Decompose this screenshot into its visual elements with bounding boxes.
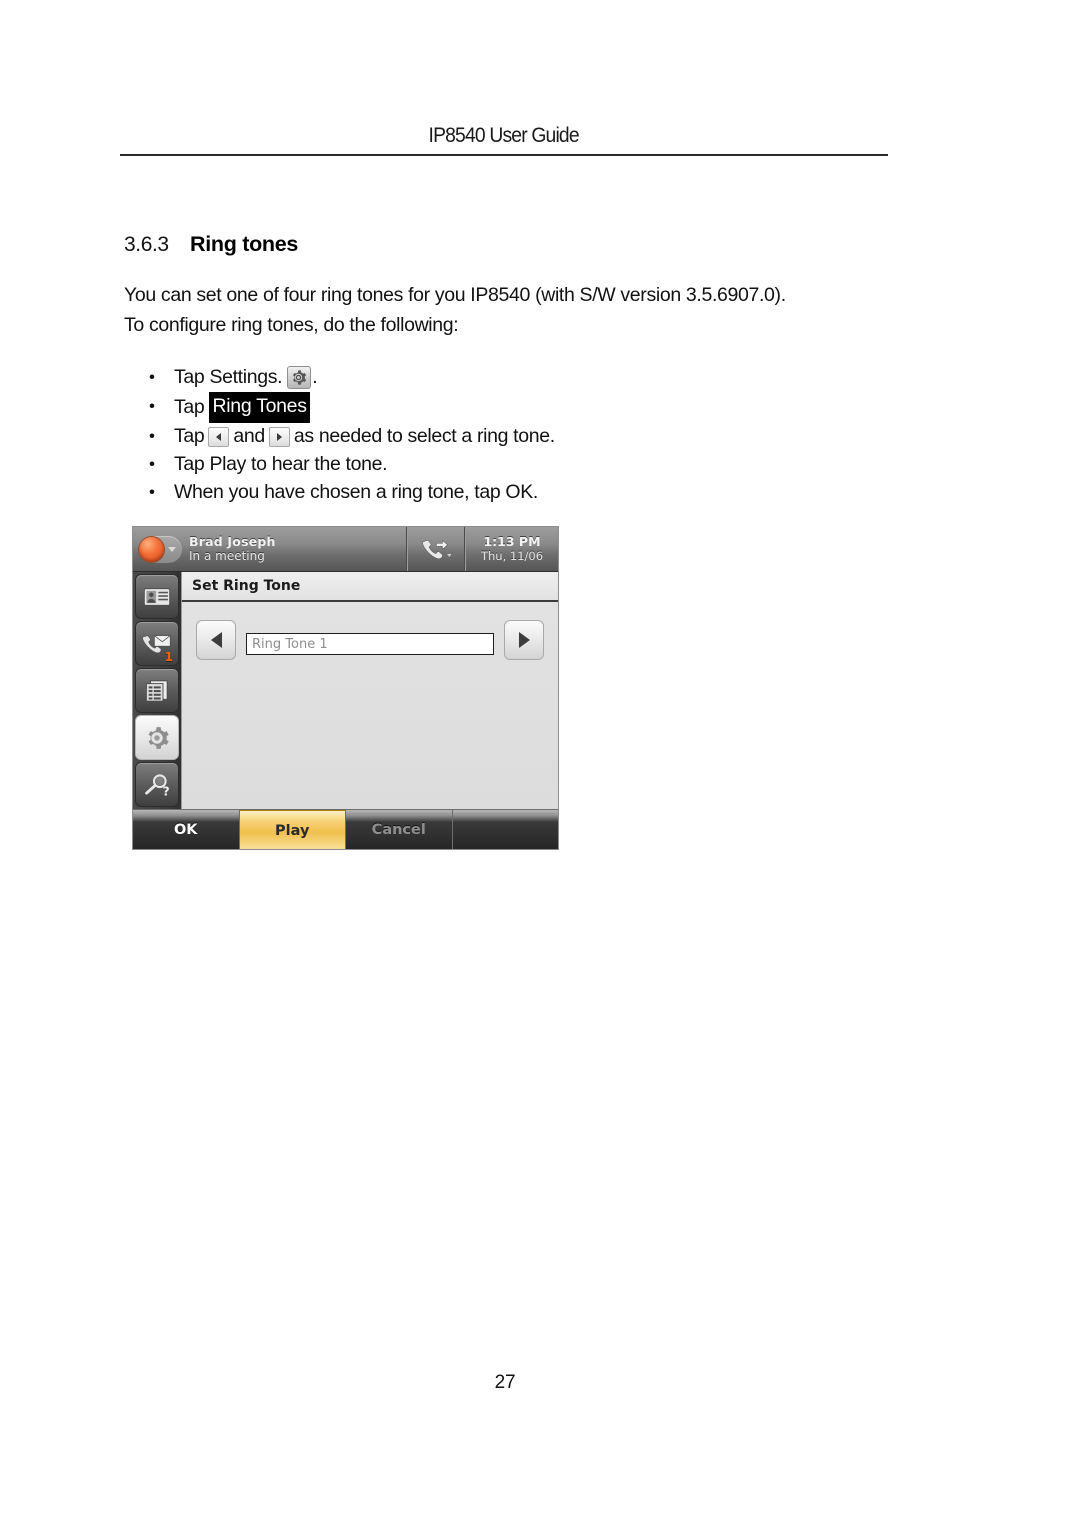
section-title: Ring tones — [190, 232, 299, 256]
directory-list-icon — [145, 679, 168, 702]
cancel-button[interactable]: Cancel — [346, 810, 453, 849]
sidebar-item-directory[interactable] — [135, 668, 179, 713]
gear-icon — [148, 726, 169, 749]
arrow-right-icon — [268, 426, 290, 447]
ring-tones-highlight: Ring Tones — [209, 392, 310, 423]
step-item-tap-ok: When you have chosen a ring tone, tap OK… — [142, 479, 862, 507]
svg-text:?: ? — [163, 784, 170, 798]
step-item-tap-play: Tap Play to hear the tone. — [142, 451, 862, 479]
step-4-text: Tap Play to hear the tone. — [174, 453, 388, 475]
step-1-text: Tap Settings. — [174, 366, 283, 388]
status-presence-text: In a meeting — [189, 549, 265, 563]
status-clock: 1:13 PM Thu, 11/06 — [465, 527, 558, 571]
ring-tone-value: Ring Tone 1 — [252, 636, 328, 652]
screen-content: Ring Tone 1 — [182, 602, 558, 809]
sidebar-item-help[interactable]: ? — [135, 762, 179, 807]
contact-card-icon — [143, 587, 171, 606]
step-item-tap-settings: Tap Settings. . — [142, 364, 862, 392]
empty-softkey[interactable] — [453, 810, 559, 849]
steps-list: Tap Settings. . Tap Ring Tones Tap and a… — [142, 364, 862, 507]
section-heading: 3.6.3 Ring tones — [124, 232, 298, 257]
status-time: 1:13 PM — [483, 534, 541, 549]
voicemail-count-badge: 1 — [164, 650, 173, 664]
status-identity[interactable]: Brad Joseph In a meeting — [185, 527, 407, 571]
intro-paragraph: You can set one of four ring tones for y… — [124, 280, 884, 340]
step-5-text: When you have chosen a ring tone, tap OK… — [174, 481, 538, 503]
step-3-text-after: as needed to select a ring tone. — [293, 425, 555, 447]
status-date: Thu, 11/06 — [480, 549, 544, 563]
presence-orb-icon — [139, 536, 164, 562]
intro-line-1: You can set one of four ring tones for y… — [124, 284, 786, 306]
chevron-down-icon — [168, 546, 176, 552]
step-item-tap-arrows: Tap and as needed to select a ring tone. — [142, 423, 862, 451]
arrow-left-icon — [210, 632, 222, 648]
ring-tone-picker: Ring Tone 1 — [196, 620, 544, 660]
presence-pill[interactable] — [138, 535, 182, 563]
arrow-left-icon — [208, 426, 230, 447]
gear-icon — [287, 366, 312, 390]
status-user-name: Brad Joseph — [189, 534, 276, 549]
step-1-period: . — [312, 366, 318, 388]
phone-sidebar: 1 ? — [133, 572, 181, 809]
call-forward-button[interactable] — [407, 527, 465, 571]
phone-screenshot-figure: Brad Joseph In a meeting 1:13 PM Thu, 11… — [133, 527, 558, 849]
sidebar-item-voicemail[interactable]: 1 — [135, 621, 179, 666]
section-number: 3.6.3 — [124, 233, 169, 256]
arrow-right-icon — [518, 632, 530, 648]
phone-content-area: Set Ring Tone Ring Tone 1 — [181, 572, 558, 809]
screen-title: Set Ring Tone — [192, 578, 301, 594]
phone-button-bar: OK Play Cancel — [133, 809, 558, 849]
header-rule — [120, 154, 888, 156]
running-header: IP8540 User Guide — [120, 124, 888, 156]
screen-title-bar: Set Ring Tone — [182, 572, 558, 602]
step-3-text-before: Tap — [174, 425, 205, 447]
step-item-tap-ring-tones: Tap Ring Tones — [142, 392, 862, 423]
ring-tone-field[interactable]: Ring Tone 1 — [246, 633, 494, 655]
magnifier-question-icon: ? — [145, 773, 170, 798]
step-2-text: Tap — [174, 395, 205, 418]
play-button[interactable]: Play — [239, 810, 346, 849]
phone-status-bar: Brad Joseph In a meeting 1:13 PM Thu, 11… — [133, 527, 558, 572]
presence-control[interactable] — [133, 527, 185, 571]
prev-ring-tone-button[interactable] — [196, 620, 236, 660]
call-forward-icon — [422, 539, 451, 560]
intro-line-2: To configure ring tones, do the followin… — [124, 314, 459, 336]
ok-button[interactable]: OK — [133, 810, 240, 849]
step-3-text-middle: and — [233, 425, 265, 447]
sidebar-item-contacts[interactable] — [135, 574, 179, 619]
next-ring-tone-button[interactable] — [504, 620, 544, 660]
running-header-text: IP8540 User Guide — [428, 124, 580, 147]
page-number: 27 — [494, 1372, 516, 1393]
sidebar-item-settings[interactable] — [135, 715, 179, 760]
phone-body: 1 ? Set Ring Tone Ring Tone 1 — [133, 572, 558, 809]
